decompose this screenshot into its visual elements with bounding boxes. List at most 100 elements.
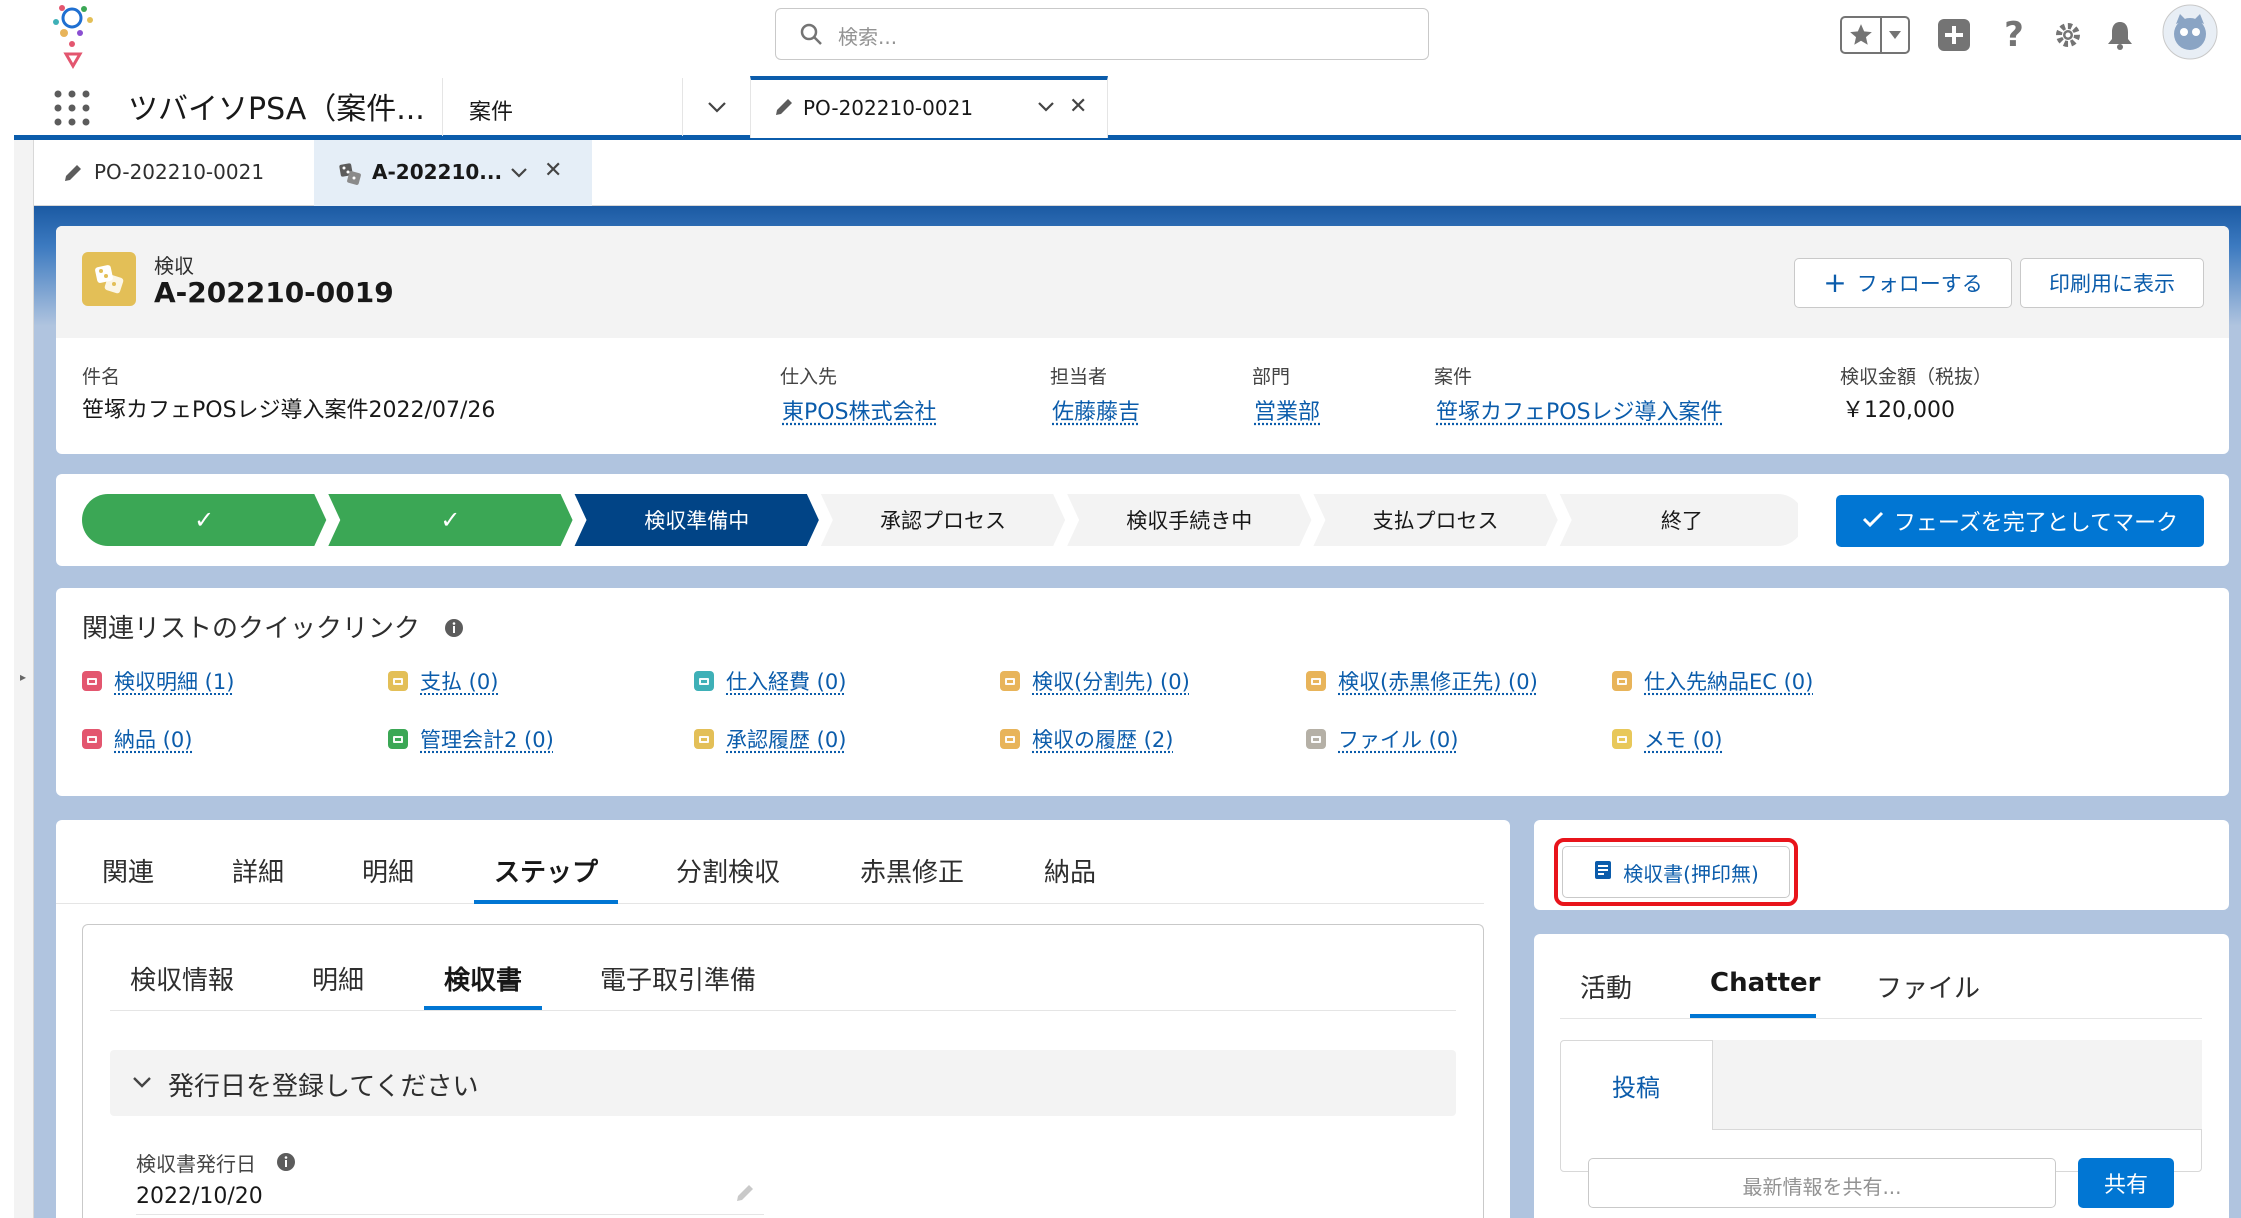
path-stage-label-7: 終了 [1661,510,1703,533]
path-stages: ✓ ✓ 検収準備中 承認プロセス 検収手続き中 支払プロセス 終了 [82,494,1798,546]
tab-chatter[interactable]: Chatter [1710,968,1820,998]
tab-activity[interactable]: 活動 [1580,968,1632,1005]
acceptance-document-button[interactable]: 検収書(押印無) [1562,846,1790,898]
chevron-down-icon [132,1074,152,1093]
quick-link-label[interactable]: ファイル (0) [1338,724,1458,754]
quick-link-label[interactable]: 検収明細 (1) [114,666,234,696]
section-header-issue-date[interactable]: 発行日を登録してください [110,1050,1456,1116]
quick-link-label[interactable]: 検収(分割先) (0) [1032,666,1190,696]
supplier-label: 仕入先 [780,366,838,388]
quick-link-item[interactable]: 支払 (0) [388,666,498,696]
tab-steps[interactable]: ステップ [494,852,598,889]
publisher-tab-post[interactable]: 投稿 [1612,1068,1660,1103]
app-logo[interactable] [40,0,104,70]
search-icon [798,21,824,51]
supplier-link[interactable]: 東POS株式会社 [782,394,937,426]
setup-gear-icon[interactable] [2048,14,2088,56]
edit-pencil-icon[interactable] [734,1182,756,1208]
app-launcher-icon[interactable] [52,88,92,128]
path-stage-label-6: 支払プロセス [1373,510,1499,533]
close-icon[interactable]: ✕ [1069,94,1087,119]
favorites-dropdown-icon[interactable] [1882,18,1908,52]
inner-tab-acceptance-document[interactable]: 検収書 [444,960,522,997]
quick-link-label[interactable]: メモ (0) [1644,724,1722,754]
favorite-star-icon[interactable] [1842,18,1882,52]
quick-link-label[interactable]: 支払 (0) [420,666,498,696]
quick-link-item[interactable]: 仕入先納品EC (0) [1612,666,1813,696]
help-icon[interactable]: ? [1994,14,2034,56]
follow-button[interactable]: + フォローする [1794,258,2012,308]
mark-stage-complete-button[interactable]: フェーズを完了としてマーク [1836,495,2204,547]
quick-link-item[interactable]: 検収(赤黒修正先) (0) [1306,666,1538,696]
global-actions-plus-icon[interactable] [1934,14,1974,56]
workspace-tab-label: PO-202210-0021 [803,96,974,120]
quick-link-item[interactable]: 検収(分割先) (0) [1000,666,1190,696]
activity-tabs-divider [1560,1018,2202,1019]
favorites-button-group[interactable] [1840,16,1910,54]
info-icon[interactable] [276,1152,296,1176]
inner-tab-acceptance-info[interactable]: 検収情報 [130,960,234,997]
nav-item-anken[interactable]: 案件 [442,78,682,136]
active-tab-indicator [474,900,618,904]
quick-link-label[interactable]: 仕入先納品EC (0) [1644,666,1813,696]
workspace-tab-active[interactable]: PO-202210-0021 ✕ [750,76,1108,138]
field-divider [136,1214,764,1215]
close-icon[interactable]: ✕ [544,158,562,183]
project-link[interactable]: 笹塚カフェPOSレジ導入案件 [1436,394,1723,426]
department-link[interactable]: 営業部 [1254,394,1320,426]
user-avatar[interactable] [2162,4,2218,60]
quick-link-label[interactable]: 納品 (0) [114,724,192,754]
quick-link-item[interactable]: メモ (0) [1612,724,1722,754]
owner-link[interactable]: 佐藤藤吉 [1052,394,1140,426]
amount-value: ￥120,000 [1842,398,1955,423]
related-list-icon [694,729,714,749]
info-icon[interactable] [444,618,464,642]
quick-link-item[interactable]: 承認履歴 (0) [694,724,846,754]
quick-link-item[interactable]: 仕入経費 (0) [694,666,846,696]
related-list-icon [388,671,408,691]
quick-link-label[interactable]: 検収の履歴 (2) [1032,724,1173,754]
quick-link-item[interactable]: 検収の履歴 (2) [1000,724,1173,754]
record-name: A-202210-0019 [154,276,394,309]
issue-date-label: 検収書発行日 [136,1152,256,1176]
tab-split-acceptance[interactable]: 分割検収 [676,852,780,889]
issue-date-value: 2022/10/20 [136,1184,263,1209]
share-button[interactable]: 共有 [2078,1158,2174,1208]
subtab-label: A-202210... [372,160,503,184]
share-update-input[interactable]: 最新情報を共有... [1588,1158,2056,1208]
quick-link-item[interactable]: 管理会計2 (0) [388,724,554,754]
nav-item-anken-menu-chevron-down-icon[interactable] [682,78,750,136]
inner-tab-e-transaction-prep[interactable]: 電子取引準備 [600,960,756,997]
pencil-icon [62,162,84,188]
tab-line-items[interactable]: 明細 [362,852,414,889]
quick-link-item[interactable]: 納品 (0) [82,724,192,754]
left-panel-toggle[interactable]: ▸ [14,140,34,1218]
tab-delivery[interactable]: 納品 [1044,852,1096,889]
inner-active-tab-indicator [424,1006,542,1010]
quick-link-label[interactable]: 仕入経費 (0) [726,666,846,696]
quick-link-item[interactable]: 検収明細 (1) [82,666,234,696]
record-type-dice-icon [82,252,136,306]
printable-view-button[interactable]: 印刷用に表示 [2020,258,2204,308]
nav-item-label: 案件 [469,100,514,125]
path-stage-label-5: 検収手続き中 [1126,510,1252,533]
notifications-bell-icon[interactable] [2100,14,2140,56]
global-search-input[interactable]: 検索... [775,8,1429,60]
quick-link-item[interactable]: ファイル (0) [1306,724,1458,754]
chevron-down-icon[interactable] [510,164,528,183]
tab-red-black-correction[interactable]: 赤黒修正 [860,852,964,889]
tab-related[interactable]: 関連 [102,852,154,889]
subtab-acceptance-active[interactable]: A-202210... ✕ [314,140,592,206]
inner-tab-line-items[interactable]: 明細 [312,960,364,997]
related-list-icon [388,729,408,749]
quick-link-label[interactable]: 管理会計2 (0) [420,724,554,754]
quick-link-label[interactable]: 承認履歴 (0) [726,724,846,754]
tab-details[interactable]: 詳細 [232,852,284,889]
quick-link-label[interactable]: 検収(赤黒修正先) (0) [1338,666,1538,696]
related-list-icon [82,671,102,691]
record-type-label: 検収 [154,254,194,278]
subtab-po[interactable]: PO-202210-0021 [34,140,314,206]
tab-files[interactable]: ファイル [1876,968,1980,1005]
related-list-icon [82,729,102,749]
chevron-down-icon[interactable] [1037,98,1055,117]
